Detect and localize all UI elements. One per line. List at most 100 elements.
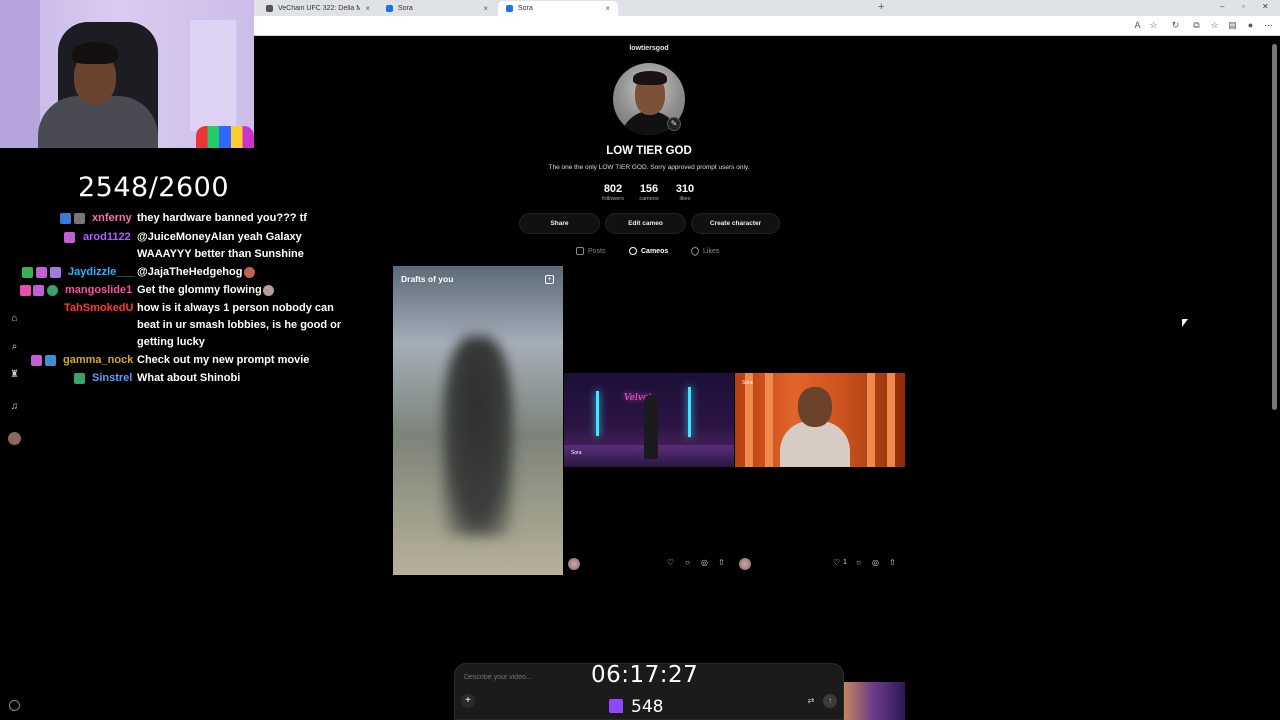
emote-icon (244, 267, 255, 278)
chat-username[interactable]: xnferny (92, 210, 132, 227)
share-icon[interactable]: ⇧ (717, 558, 726, 567)
restore-icon[interactable]: ▫ (1242, 2, 1245, 11)
settings-icon[interactable] (9, 700, 20, 711)
settings-sliders-icon[interactable]: ⇄ (805, 695, 817, 707)
notifications-icon[interactable]: ♫ (8, 400, 21, 413)
tab-close-icon[interactable]: × (483, 4, 488, 13)
webcam-streamer-hair (72, 42, 118, 64)
webcam-feed (0, 0, 254, 148)
tab-posts[interactable]: Posts (576, 245, 606, 257)
page-scrollbar-thumb[interactable] (1272, 44, 1277, 410)
add-button[interactable]: + (461, 694, 475, 708)
chat-message-cont: WAAAYYY better than Sunshine (137, 248, 304, 260)
chat-badge-icon (60, 213, 71, 224)
chat-badge-icon (33, 285, 44, 296)
tab-close-icon[interactable]: × (365, 4, 370, 13)
torii-pillar (867, 373, 875, 467)
tab-label: Likes (703, 247, 720, 255)
chat-message: @JuiceMoneyAlan yeah Galaxy (137, 231, 302, 243)
figure-hoodie (780, 421, 850, 467)
creator-avatar[interactable] (739, 558, 751, 570)
tab-favicon-icon (386, 5, 393, 12)
drafts-card[interactable]: Drafts of you + (393, 266, 563, 575)
chat-username[interactable]: Jaydizzle___ (68, 264, 135, 281)
extensions-icon[interactable]: ⧉ (1191, 20, 1202, 31)
remix-icon[interactable]: ◎ (871, 558, 880, 567)
video-thumbnail[interactable] (842, 682, 905, 720)
chat-username[interactable]: TahSmokedU (64, 300, 133, 317)
stream-timer: 06:17:27 (591, 662, 699, 688)
neon-light (596, 391, 599, 436)
like-icon[interactable]: ♡ (832, 558, 841, 567)
comment-icon[interactable]: ○ (854, 558, 863, 567)
stat-likes[interactable]: 310 likes (665, 183, 705, 202)
chat-badge-icon (74, 213, 85, 224)
comment-icon[interactable]: ○ (683, 558, 692, 567)
address-bar[interactable]: A ☆ ↻ ⧉ ☆ ▤ ● ⋯ (254, 16, 1280, 36)
torii-pillar (887, 373, 895, 467)
chat-message: they hardware banned you??? tf (137, 212, 307, 224)
twitch-icon (609, 699, 623, 713)
chat-badge-icon (36, 267, 47, 278)
sub-goal-counter: 2548/2600 (78, 172, 230, 203)
edit-pencil-icon[interactable]: ✎ (667, 117, 681, 131)
chat-badge-icon (31, 355, 42, 366)
profile-username: lowtiersgod (629, 45, 669, 52)
expand-icon[interactable]: + (545, 275, 554, 284)
tab-label: Sora (398, 5, 413, 12)
tab-cameos[interactable]: Cameos (629, 245, 668, 257)
window-close-icon[interactable]: ✕ (1262, 2, 1269, 11)
chat-username[interactable]: arod1122 (83, 229, 131, 246)
new-tab-button[interactable]: + (878, 1, 884, 13)
tab-label: VeChain UFC 322: Della Maddalo (278, 5, 361, 12)
minimize-icon[interactable]: – (1220, 2, 1224, 11)
like-icon[interactable]: ♡ (666, 558, 675, 567)
torii-pillar (765, 373, 773, 467)
tab-likes[interactable]: Likes (689, 245, 720, 257)
read-aloud-icon[interactable]: A (1132, 20, 1143, 31)
share-icon[interactable]: ⇧ (888, 558, 897, 567)
trophy-icon[interactable]: ♜ (8, 368, 21, 381)
browser-tab[interactable]: VeChain UFC 322: Della Maddalo × (258, 1, 378, 16)
share-button[interactable]: Share (519, 213, 600, 234)
favorites-icon[interactable]: ☆ (1209, 20, 1220, 31)
profile-icon[interactable]: ● (1245, 20, 1256, 31)
collections-icon[interactable]: ▤ (1227, 20, 1238, 31)
menu-icon[interactable]: ⋯ (1263, 20, 1274, 31)
tab-favicon-icon (506, 5, 513, 12)
stat-label: cameos (639, 196, 659, 202)
browser-tab-active[interactable]: Sora × (498, 1, 618, 16)
post-actions: ♡ ○ ◎ ⇧ (568, 558, 738, 570)
prompt-input[interactable] (464, 674, 604, 681)
video-thumbnail[interactable]: Velvet Sora (564, 373, 734, 467)
chat-username[interactable]: mangoslide1 (65, 282, 132, 299)
chat-username[interactable]: gamma_nock (63, 352, 133, 369)
posts-icon (576, 247, 584, 255)
refresh-icon[interactable]: ↻ (1170, 20, 1181, 31)
sora-watermark: Sora (742, 380, 753, 386)
edit-cameo-button[interactable]: Edit cameo (605, 213, 686, 234)
webcam-door (188, 18, 238, 133)
chat-username[interactable]: Sinstrel (92, 370, 132, 387)
stat-label: likes (679, 196, 691, 202)
creator-avatar[interactable] (568, 558, 580, 570)
stat-cameos[interactable]: 156 cameos (629, 183, 669, 202)
stat-followers[interactable]: 802 followers (593, 183, 633, 202)
create-character-button[interactable]: Create character (691, 213, 780, 234)
chat-badge-icon (45, 355, 56, 366)
chat-badge-icon (74, 373, 85, 384)
home-icon[interactable]: ⌂ (8, 312, 21, 325)
webcam-toys (196, 126, 254, 148)
like-count: 1 (843, 559, 847, 566)
video-thumbnail[interactable]: Sora (735, 373, 905, 467)
stat-value: 310 (675, 183, 695, 195)
tab-label: Posts (588, 247, 606, 255)
tab-close-icon[interactable]: × (605, 4, 610, 13)
send-arrow-icon[interactable]: ↑ (823, 694, 837, 708)
favorite-star-icon[interactable]: ☆ (1148, 20, 1159, 31)
remix-icon[interactable]: ◎ (700, 558, 709, 567)
stat-value: 156 (639, 183, 659, 195)
browser-tab[interactable]: Sora × (378, 1, 496, 16)
profile-avatar-icon[interactable] (8, 432, 21, 445)
search-icon[interactable]: ⌕ (8, 340, 21, 353)
